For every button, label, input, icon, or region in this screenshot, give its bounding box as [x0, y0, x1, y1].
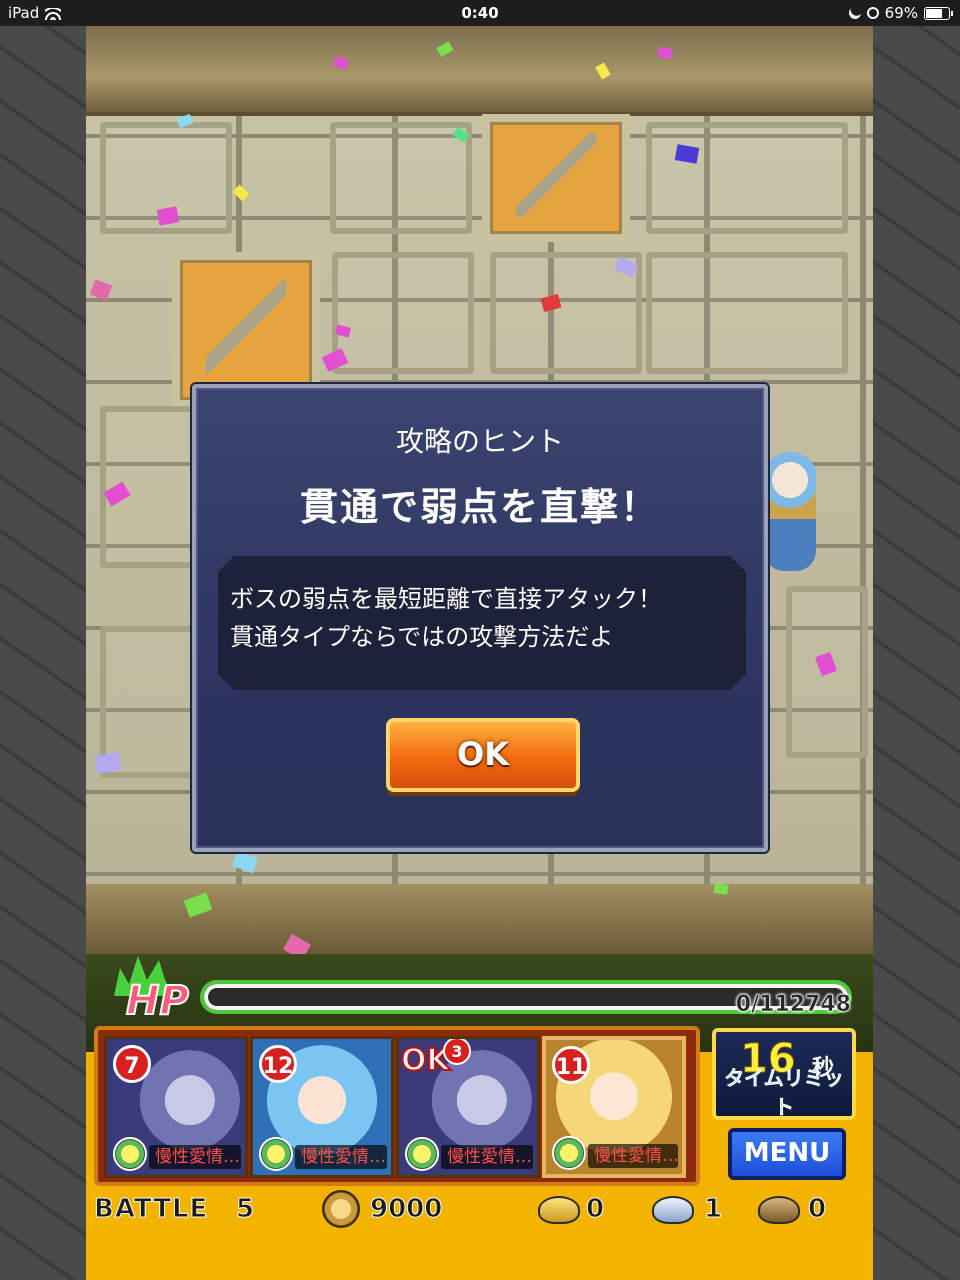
ability-icon	[259, 1137, 293, 1171]
confetti	[156, 206, 180, 226]
battery-icon	[924, 6, 953, 20]
status-bar: iPad 0:40 69%	[0, 0, 960, 26]
glyph-block	[330, 122, 472, 234]
glyph-block	[646, 122, 848, 234]
dialog-heading: 攻略のヒント	[395, 425, 564, 458]
ability-icon	[552, 1136, 586, 1170]
hp-label: HP	[125, 977, 190, 1025]
ability-icon	[405, 1137, 439, 1171]
battle-hud: HP 0/112748 7 慢性愛情… 12 慢性愛情… OK 3 慢性愛情… …	[86, 954, 873, 1280]
confetti	[231, 850, 259, 874]
battle-number: 5	[235, 1194, 255, 1225]
confetti	[232, 184, 250, 202]
orientation-lock-icon	[866, 7, 879, 19]
clock: 0:40	[461, 4, 499, 22]
gold-chest-icon	[538, 1196, 580, 1224]
bronze-chest-count: 0	[807, 1194, 827, 1225]
dialog-message-line-2: 貫通タイプならではの攻撃方法だよ	[230, 623, 614, 651]
confetti	[89, 279, 113, 301]
dialog-message-line-1: ボスの弱点を最短距離で直接アタック！	[230, 585, 662, 613]
time-limit-box: 16 秒 タイムリミット	[712, 1028, 856, 1120]
coin-count: 9000	[369, 1194, 443, 1225]
bronze-chest-icon	[758, 1196, 800, 1224]
timer-label: タイムリミット	[724, 1066, 844, 1120]
sub-turn-badge: 3	[443, 1039, 471, 1065]
battle-label: BATTLE	[93, 1194, 209, 1225]
ability-name: 慢性愛情…	[441, 1145, 533, 1169]
dialog-title: 貫通で弱点を直撃！	[299, 485, 660, 529]
coin-icon	[322, 1190, 360, 1228]
stage-top-border	[86, 26, 873, 116]
battle-status-row: BATTLE 5 9000 0 1 0	[86, 1190, 873, 1234]
hint-dialog: 攻略のヒント 貫通で弱点を直撃！ ボスの弱点を最短距離で直接アタック！ 貫通タイ…	[192, 384, 768, 852]
glyph-block	[332, 252, 474, 374]
monster-slot-4[interactable]: 11 慢性愛情…	[542, 1036, 686, 1178]
glyph-block	[646, 252, 848, 374]
boss-character	[764, 441, 816, 571]
silver-chest-icon	[652, 1196, 694, 1224]
status-right: 69%	[846, 4, 953, 22]
monster-slot-1[interactable]: 7 慢性愛情…	[104, 1036, 248, 1178]
battery-percent: 69%	[884, 4, 918, 22]
ability-name: 慢性愛情…	[149, 1145, 241, 1169]
ok-button[interactable]: OK	[386, 718, 580, 792]
left-wall	[0, 0, 86, 1280]
hp-value: 0/112748	[735, 992, 852, 1018]
right-wall	[873, 0, 960, 1280]
team-panel: 7 慢性愛情… 12 慢性愛情… OK 3 慢性愛情… 11 慢性愛情…	[94, 1026, 700, 1186]
turn-badge: 7	[113, 1045, 151, 1083]
monster-slot-2[interactable]: 12 慢性愛情…	[250, 1036, 394, 1178]
ability-icon	[113, 1137, 147, 1171]
silver-chest-count: 1	[703, 1194, 723, 1225]
menu-button[interactable]: MENU	[728, 1128, 846, 1180]
dialog-message: ボスの弱点を最短距離で直接アタック！ 貫通タイプならではの攻撃方法だよ	[218, 556, 746, 690]
gold-chest-count: 0	[585, 1194, 605, 1225]
orange-tile	[482, 114, 630, 242]
moon-icon	[846, 5, 862, 21]
monster-slot-3[interactable]: OK 3 慢性愛情…	[396, 1036, 540, 1178]
turn-badge: 12	[259, 1045, 297, 1083]
ability-name: 慢性愛情…	[588, 1144, 678, 1168]
ability-name: 慢性愛情…	[295, 1145, 387, 1169]
turn-badge: 11	[552, 1046, 590, 1084]
